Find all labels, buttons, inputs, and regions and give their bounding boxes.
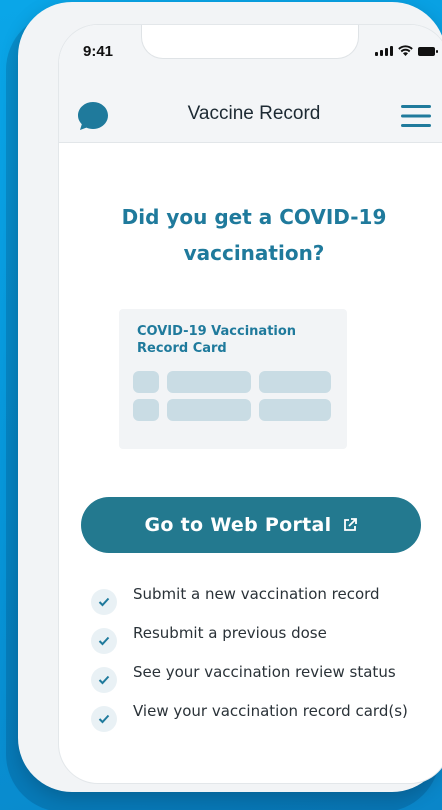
status-bar: 9:41 — [59, 25, 442, 85]
check-icon — [91, 628, 117, 654]
device-notch — [141, 25, 359, 59]
app-header: Vaccine Record — [59, 85, 442, 143]
vaccination-card-illustration: COVID-19 Vaccination Record Card — [119, 309, 347, 449]
card-cell — [133, 399, 159, 421]
main-content: Did you get a COVID-19 vaccination? COVI… — [59, 143, 442, 732]
card-cell — [133, 371, 159, 393]
web-portal-button[interactable]: Go to Web Portal — [81, 497, 421, 553]
feature-item: View your vaccination record card(s) — [91, 700, 431, 739]
feature-item: See your vaccination review status — [91, 661, 431, 700]
feature-text: View your vaccination record card(s) — [133, 702, 408, 720]
phone-frame: 9:41 Vaccine Record Did you get a COVID-… — [18, 2, 442, 792]
feature-list: Submit a new vaccination record Resubmit… — [91, 583, 431, 739]
feature-text: Resubmit a previous dose — [133, 624, 327, 642]
check-icon — [91, 589, 117, 615]
status-time: 9:41 — [83, 43, 114, 60]
headline: Did you get a COVID-19 vaccination? — [121, 205, 387, 265]
feature-text: Submit a new vaccination record — [133, 585, 380, 603]
page-title: Vaccine Record — [187, 103, 321, 124]
card-title: COVID-19 Vaccination Record Card — [137, 324, 297, 356]
web-portal-button-label: Go to Web Portal — [144, 514, 332, 536]
feature-item: Submit a new vaccination record — [91, 583, 431, 622]
battery-icon — [418, 47, 438, 56]
menu-icon[interactable] — [401, 105, 431, 127]
card-cell — [167, 399, 251, 421]
external-link-icon — [344, 518, 358, 531]
wifi-icon — [398, 45, 413, 56]
status-icons — [375, 45, 438, 56]
feature-item: Resubmit a previous dose — [91, 622, 431, 661]
card-cell — [259, 371, 331, 393]
card-cell — [259, 399, 331, 421]
card-cell — [167, 371, 251, 393]
check-icon — [91, 667, 117, 693]
phone-screen: 9:41 Vaccine Record Did you get a COVID-… — [58, 24, 442, 784]
signal-icon — [375, 45, 393, 56]
check-icon — [91, 706, 117, 732]
feature-text: See your vaccination review status — [133, 663, 396, 681]
